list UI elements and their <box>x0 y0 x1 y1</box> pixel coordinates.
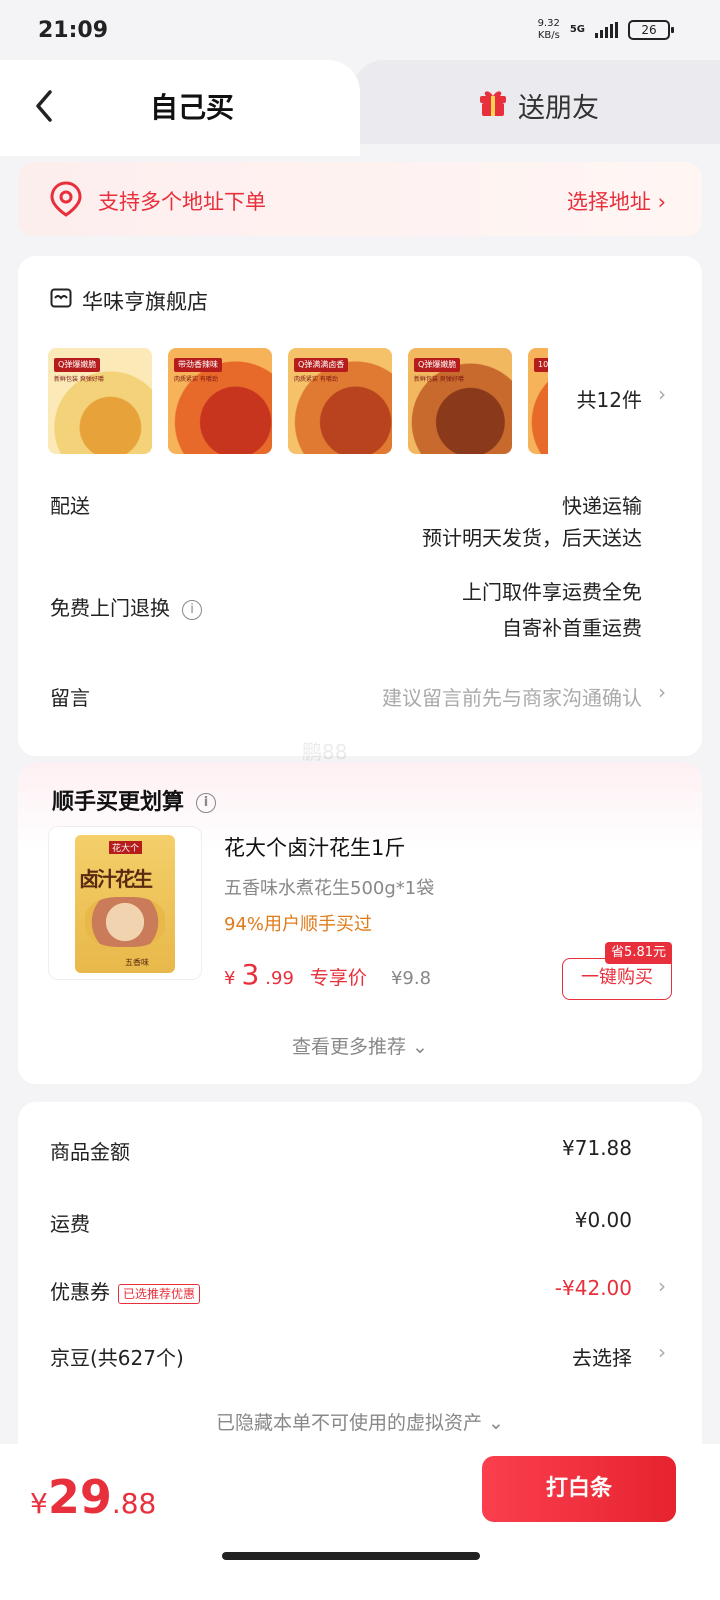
recommended-product-users: 94%用户顺手买过 <box>224 914 373 935</box>
hidden-assets-toggle[interactable]: 已隐藏本单不可使用的虚拟资产 ⌄ <box>18 1408 702 1435</box>
savings-badge: 省5.81元 <box>605 942 672 964</box>
info-icon[interactable]: i <box>196 793 217 813</box>
recommended-product-image[interactable]: 花大个 卤汁花生 五香味 <box>48 826 202 980</box>
recommendation-card: 顺手买更划算 i 花大个 卤汁花生 五香味 花大个卤汁花生1斤 五香味水煮花生50… <box>18 762 702 1084</box>
info-icon[interactable]: i <box>182 599 202 620</box>
network-type: 5G <box>569 24 585 35</box>
delivery-method[interactable]: 快递运输 <box>562 490 642 519</box>
tab-buy-self[interactable]: 自己买 <box>0 60 360 156</box>
exclusive-price-tag: 专享价 <box>309 967 367 989</box>
free-return-label: 免费上门退换 <box>50 596 170 620</box>
goods-amount-value: ¥71.88 <box>562 1136 632 1160</box>
chevron-right-icon: › <box>658 1274 666 1298</box>
recommended-product-desc: 五香味水煮花生500g*1袋 <box>224 878 435 899</box>
free-return-row: 免费上门退换 i <box>50 592 202 621</box>
pay-with-baitiao-button[interactable]: 打白条 <box>482 1456 676 1522</box>
item-count[interactable]: 共12件 <box>577 384 642 413</box>
product-thumbnail[interactable]: Q弹爆嫩脆 新鲜包装 爽弹好嚼 <box>408 348 512 454</box>
coupon-badge: 已选推荐优惠 <box>118 1283 201 1304</box>
multi-address-text: 支持多个地址下单 <box>98 190 266 214</box>
multi-address-banner[interactable]: 支持多个地址下单 选择地址 › <box>18 162 702 236</box>
net-speed: 9.32 KB/s <box>537 18 560 41</box>
order-card: 华味亨旗舰店 Q弹爆嫩脆 新鲜包装 爽弹好嚼 带劲香辣味 肉质紧实 有嚼劲 Q弹… <box>18 256 702 756</box>
tab-send-friend[interactable]: 送朋友 <box>352 60 720 144</box>
product-thumbnail[interactable]: 10 <box>528 348 548 454</box>
coupon-label: 优惠券 <box>50 1280 110 1304</box>
product-thumbnails[interactable]: Q弹爆嫩脆 新鲜包装 爽弹好嚼 带劲香辣味 肉质紧实 有嚼劲 Q弹满满卤香 肉质… <box>48 348 548 456</box>
message-label: 留言 <box>50 686 90 710</box>
status-time: 21:09 <box>38 18 109 43</box>
free-return-pickup: 上门取件享运费全免 <box>462 580 642 604</box>
status-bar: 21:09 9.32 KB/s 5G 26 <box>0 0 720 62</box>
recommendation-title: 顺手买更划算 i <box>52 784 217 816</box>
store-icon <box>50 288 72 308</box>
tab-buy-self-label: 自己买 <box>150 91 235 124</box>
recommended-product-name[interactable]: 花大个卤汁花生1斤 <box>224 832 405 862</box>
signal-icon <box>595 22 618 38</box>
back-arrow-icon[interactable] <box>30 86 60 126</box>
recommended-product-price: ¥3.99 专享价 ¥9.8 <box>224 958 432 991</box>
watermark: 鹏88 <box>302 740 348 764</box>
chevron-right-icon: › <box>658 680 666 704</box>
tab-send-friend-label: 送朋友 <box>518 93 599 124</box>
original-price: ¥9.8 <box>390 968 432 989</box>
total-price: ¥29.88 <box>30 1470 157 1524</box>
checkout-bar: ¥29.88 打白条 <box>0 1444 720 1600</box>
location-pin-icon <box>50 181 82 217</box>
coupon-row[interactable]: 优惠券 已选推荐优惠 <box>50 1276 201 1305</box>
network-indicator: 5G <box>570 24 585 36</box>
message-input[interactable]: 建议留言前先与商家沟通确认 <box>382 682 642 711</box>
goods-amount-label: 商品金额 <box>50 1140 130 1164</box>
product-thumbnail[interactable]: 带劲香辣味 肉质紧实 有嚼劲 <box>168 348 272 454</box>
status-icons: 9.32 KB/s 5G 26 <box>537 18 674 42</box>
store-name[interactable]: 华味亨旗舰店 <box>82 286 208 316</box>
free-return-self-ship: 自寄补首重运费 <box>502 616 642 640</box>
order-summary-card: 商品金额 ¥71.88 运费 ¥0.00 优惠券 已选推荐优惠 -¥42.00 ›… <box>18 1102 702 1462</box>
delivery-estimate: 预计明天发货，后天送达 <box>422 526 642 550</box>
shipping-value: ¥0.00 <box>574 1208 632 1232</box>
shipping-label: 运费 <box>50 1212 90 1236</box>
gift-icon <box>480 91 506 116</box>
product-thumbnail[interactable]: Q弹满满卤香 肉质紧实 有嚼劲 <box>288 348 392 454</box>
one-click-buy-button[interactable]: 一键购买 <box>562 958 672 1000</box>
chevron-right-icon: › <box>658 1340 666 1364</box>
select-address-link[interactable]: 选择地址 › <box>567 186 666 216</box>
battery-icon: 26 <box>628 20 674 40</box>
coupon-value[interactable]: -¥42.00 <box>555 1276 632 1300</box>
home-indicator[interactable] <box>222 1552 480 1560</box>
jd-beans-label: 京豆(共627个) <box>50 1346 184 1370</box>
delivery-label: 配送 <box>50 494 90 518</box>
more-recommendations-link[interactable]: 查看更多推荐 ⌄ <box>18 1032 702 1059</box>
chevron-right-icon: › <box>658 382 666 406</box>
jd-beans-select[interactable]: 去选择 <box>572 1342 632 1371</box>
purchase-tabs: 送朋友 自己买 <box>0 60 720 156</box>
product-thumbnail[interactable]: Q弹爆嫩脆 新鲜包装 爽弹好嚼 <box>48 348 152 454</box>
